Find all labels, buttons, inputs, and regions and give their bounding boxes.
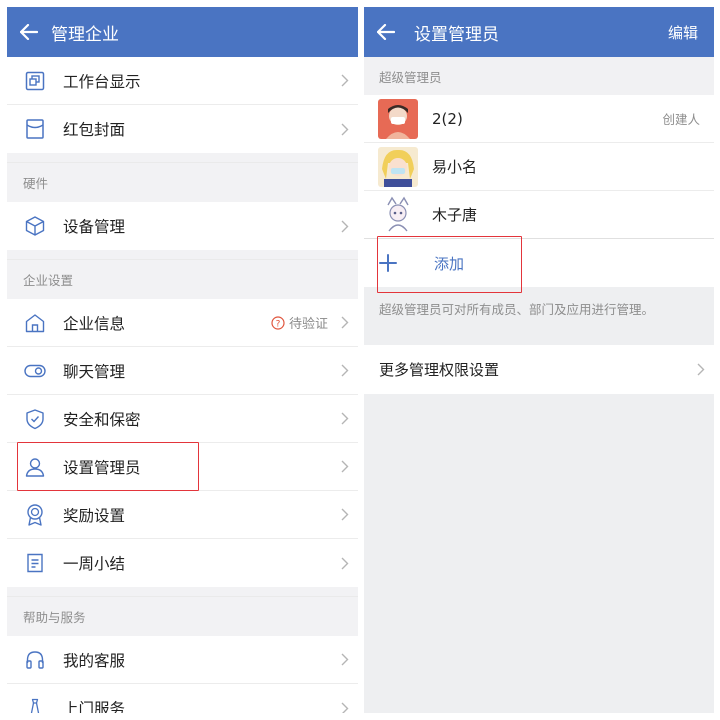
menu-item-red-packet-cover[interactable]: 红包封面 — [7, 105, 358, 153]
menu-item-my-customer-service[interactable]: 我的客服 — [7, 636, 358, 684]
menu-item-label: 红包封面 — [63, 121, 126, 139]
person-icon — [7, 456, 63, 478]
admin-member-row[interactable]: 木子唐 — [364, 191, 714, 239]
chevron-right-icon — [332, 123, 358, 136]
menu-item-chat-management[interactable]: 聊天管理 — [7, 347, 358, 395]
plus-icon — [378, 253, 422, 273]
cube-icon — [7, 215, 63, 237]
section-header-enterprise-settings: 企业设置 — [7, 259, 358, 299]
svg-text:?: ? — [276, 319, 281, 329]
avatar — [378, 146, 418, 187]
status-text: 待验证 — [288, 317, 328, 332]
chevron-right-icon — [332, 412, 358, 425]
menu-item-security-privacy[interactable]: 安全和保密 — [7, 395, 358, 443]
headphones-icon — [7, 649, 63, 671]
shield-check-icon — [7, 408, 63, 430]
add-admin-button[interactable]: 添加 — [364, 239, 714, 287]
manage-enterprise-screen: 管理企业 工作台显示 红包封面 硬件 设备管理 企业设置 企业信息 ? 待验证 — [7, 7, 358, 713]
pending-verification-status: ? 待验证 — [271, 313, 328, 332]
creator-badge: 创建人 — [662, 112, 700, 127]
avatar — [378, 98, 418, 139]
menu-item-label: 聊天管理 — [63, 362, 126, 381]
avatar — [378, 194, 418, 235]
admin-member-row[interactable]: 易小名 — [364, 143, 714, 191]
chevron-right-icon — [332, 316, 358, 329]
chevron-right-icon — [688, 363, 714, 376]
chevron-right-icon — [332, 653, 358, 666]
chevron-right-icon — [332, 220, 358, 233]
set-administrator-screen: 设置管理员 编辑 超级管理员 2(2) 创建人 易小名 木子唐 添加 超级管理员… — [364, 7, 714, 713]
more-permissions-label: 更多管理权限设置 — [379, 361, 500, 379]
envelope-icon — [7, 118, 63, 140]
document-icon — [7, 552, 63, 574]
menu-item-label: 工作台显示 — [63, 72, 141, 91]
add-label: 添加 — [434, 254, 465, 273]
necktie-icon — [7, 697, 63, 713]
menu-item-label: 设备管理 — [63, 218, 126, 236]
admin-member-row[interactable]: 2(2) 创建人 — [364, 95, 714, 143]
member-name: 木子唐 — [432, 206, 478, 224]
page-title: 管理企业 — [51, 24, 119, 45]
chevron-right-icon — [332, 74, 358, 87]
menu-item-enterprise-info[interactable]: 企业信息 ? 待验证 — [7, 299, 358, 347]
member-name: 易小名 — [432, 158, 478, 176]
section-header-help-service: 帮助与服务 — [7, 596, 358, 636]
menu-item-reward-settings[interactable]: 奖励设置 — [7, 491, 358, 539]
menu-item-weekly-summary[interactable]: 一周小结 — [7, 539, 358, 587]
menu-item-label: 安全和保密 — [63, 410, 141, 429]
chevron-right-icon — [332, 460, 358, 473]
toggle-icon — [7, 360, 63, 382]
more-admin-permissions-row[interactable]: 更多管理权限设置 — [364, 345, 714, 394]
edit-button[interactable]: 编辑 — [668, 22, 698, 43]
menu-item-label: 一周小结 — [63, 555, 126, 573]
back-arrow-icon[interactable] — [7, 7, 51, 57]
menu-item-label: 奖励设置 — [63, 506, 126, 525]
section-header-hardware: 硬件 — [7, 162, 358, 202]
menu-item-device-management[interactable]: 设备管理 — [7, 202, 358, 250]
menu-item-onsite-service[interactable]: 上门服务 — [7, 684, 358, 713]
chevron-right-icon — [332, 508, 358, 521]
top-bar: 设置管理员 编辑 — [364, 7, 714, 57]
top-bar: 管理企业 — [7, 7, 358, 57]
menu-item-label: 设置管理员 — [63, 458, 141, 477]
menu-item-label: 我的客服 — [63, 651, 126, 670]
menu-item-set-administrator[interactable]: 设置管理员 — [7, 443, 358, 491]
menu-item-label: 上门服务 — [63, 700, 126, 713]
menu-item-workbench-display[interactable]: 工作台显示 — [7, 57, 358, 105]
window-stack-icon — [7, 70, 63, 92]
page-title: 设置管理员 — [414, 24, 499, 45]
question-circle-icon: ? — [271, 315, 285, 330]
section-header-super-admin: 超级管理员 — [364, 57, 714, 95]
back-arrow-icon[interactable] — [364, 7, 408, 57]
chevron-right-icon — [332, 364, 358, 377]
chevron-right-icon — [332, 702, 358, 713]
house-icon — [7, 312, 63, 334]
member-name: 2(2) — [432, 109, 463, 128]
super-admin-note: 超级管理员可对所有成员、部门及应用进行管理。 — [379, 302, 655, 317]
chevron-right-icon — [332, 557, 358, 570]
award-medal-icon — [7, 503, 63, 527]
menu-item-label: 企业信息 — [63, 314, 126, 333]
